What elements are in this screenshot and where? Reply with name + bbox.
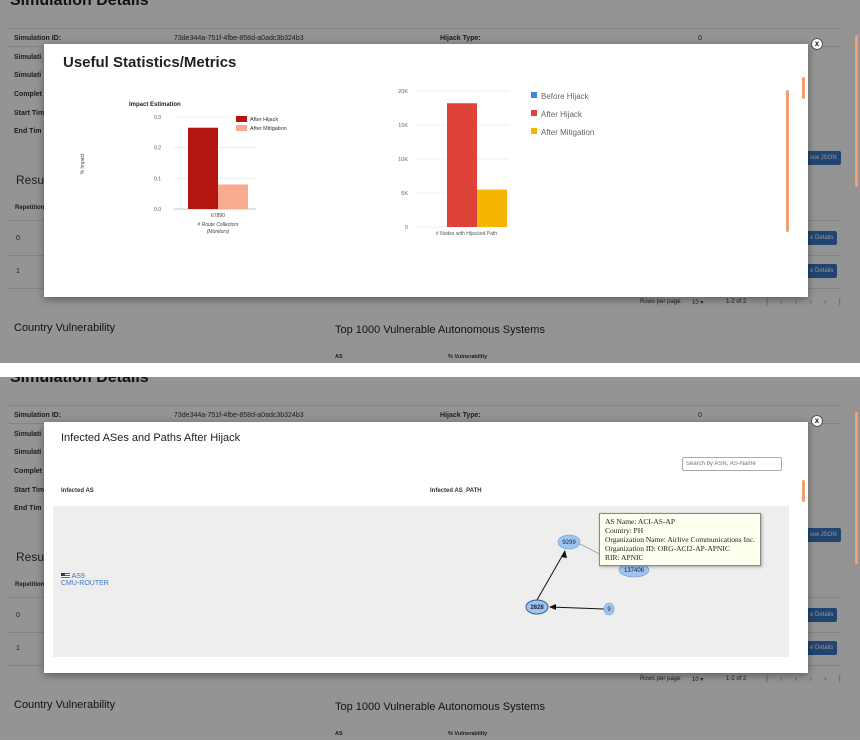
legend-swatch (531, 128, 537, 134)
screenshot-panel-infected-ases: Simulation Details Simulation ID: 73de34… (0, 377, 860, 740)
x-axis-label: # Route Collectors (197, 222, 239, 228)
path-edge (536, 550, 566, 601)
x-tick-label: 67890 (211, 213, 225, 219)
close-icon[interactable]: x (811, 415, 823, 427)
modal-title: Infected ASes and Paths After Hijack (61, 432, 241, 444)
x-axis-label: (Monitors) (207, 229, 230, 235)
y-tick-label: 0.0 (154, 207, 161, 213)
arrow-head (549, 604, 556, 610)
hijacked-path-nodes-chart: 0 5K 10K 15K 20K # Nodes with Hijacked Path Be… (398, 89, 594, 237)
infected-row: AS9 CMU-ROUTER 9299 137406 2828 9 AS Name: … (53, 506, 789, 657)
statistics-modal: Useful Statistics/Metrics Impact Estimat… (44, 44, 808, 297)
legend-label: After Mitigation (541, 128, 594, 137)
modal-scrollbar-thumb[interactable] (802, 480, 805, 502)
legend-label: After Hijack (541, 110, 583, 119)
y-tick-label: 0.1 (154, 176, 161, 182)
legend-swatch (236, 125, 247, 131)
x-axis-label: # Nodes with Hijacked Path (436, 231, 497, 237)
y-tick-label: 10K (398, 157, 408, 163)
y-tick-label: 20K (398, 89, 408, 95)
tooltip-line: RIR: APNIC (605, 553, 644, 562)
modal-title: Useful Statistics/Metrics (63, 54, 237, 71)
close-icon[interactable]: x (811, 38, 823, 50)
legend-label: After Hijack (250, 117, 278, 123)
col-infected-path: Infected AS_PATH (430, 488, 482, 494)
legend-swatch (531, 110, 537, 116)
legend-label: Before Hijack (541, 92, 590, 101)
bar (218, 184, 248, 209)
bar (447, 103, 477, 227)
as-node-label: 2828 (530, 605, 544, 611)
impact-estimation-chart: Impact Estimation 0.0 0.1 0.2 0.3 67890 # Rout… (80, 102, 287, 235)
tooltip-line: Organization ID: ORG-ACI2-AP-APNIC (605, 544, 730, 553)
legend-swatch (236, 116, 247, 122)
inner-scrollbar-thumb[interactable] (786, 90, 789, 232)
path-edge (549, 606, 605, 610)
y-tick-label: 0.3 (154, 115, 161, 121)
chart-title: Impact Estimation (129, 102, 181, 108)
col-infected-as: Infected AS (61, 488, 94, 494)
tooltip-line: Country: PH (605, 526, 644, 535)
y-tick-label: 0 (405, 225, 408, 231)
y-tick-label: 0.2 (154, 146, 161, 152)
bar (477, 189, 507, 227)
y-tick-label: 15K (398, 123, 408, 129)
tooltip-line: AS Name: ACI-AS-AP (605, 517, 676, 526)
y-axis-label: % Impact (80, 153, 86, 174)
tooltip-line: Organization Name: Airlive Communication… (605, 535, 756, 544)
as-tooltip: AS Name: ACI-AS-AP Country: PH Organizat… (599, 513, 762, 566)
page-scrollbar[interactable] (855, 412, 858, 564)
modal-scrollbar-thumb[interactable] (802, 77, 805, 99)
screenshot-panel-statistics: Simulation Details Simulation ID: 73de34… (0, 0, 860, 363)
search-input[interactable] (682, 457, 782, 471)
as-node-label: 9299 (562, 540, 576, 546)
page-scrollbar[interactable] (855, 35, 858, 187)
as-node-label: 137406 (624, 568, 645, 574)
bar (188, 127, 218, 209)
legend-swatch (531, 92, 537, 98)
y-tick-label: 5K (401, 191, 408, 197)
legend-label: After Mitigation (250, 126, 287, 132)
arrow-head (561, 550, 567, 558)
infected-ases-modal: Infected ASes and Paths After Hijack Inf… (44, 422, 808, 673)
